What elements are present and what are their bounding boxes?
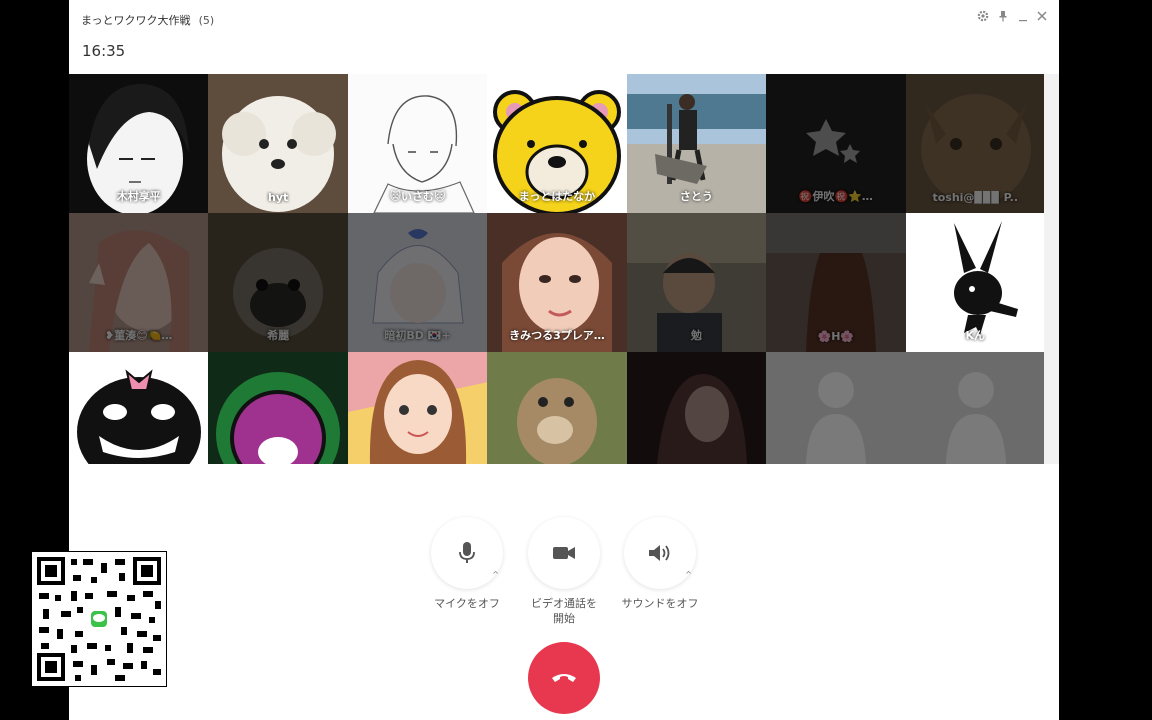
phone-hangup-icon	[552, 674, 576, 682]
default-avatar-icon	[766, 352, 1045, 464]
participant-tile[interactable]	[626, 352, 767, 464]
participant-tile[interactable]: ㊗️伊吹㊗️⭐…	[766, 74, 906, 213]
microphone-icon	[459, 542, 475, 563]
participant-name: ❥菫湊😊🍋…	[105, 329, 173, 342]
video-label: ビデオ通話を 開始	[509, 596, 619, 626]
participant-name: 希麗	[267, 329, 290, 342]
participant-name: hyt	[268, 191, 289, 204]
settings-button[interactable]	[975, 10, 991, 25]
group-name: まっとワクワク大作戦	[81, 14, 191, 27]
minimize-icon	[1019, 20, 1027, 22]
participant-name: toshi@▉▉▉ P..	[932, 191, 1019, 204]
participant-tile[interactable]: 勉	[626, 213, 767, 352]
participant-tile[interactable]: 木村享平	[69, 74, 209, 213]
participant-tile[interactable]	[347, 352, 488, 464]
qr-code	[30, 550, 168, 688]
participant-tile[interactable]: きみつる3プレア…	[487, 213, 627, 352]
participant-tile[interactable]: ❥菫湊😊🍋…	[69, 213, 209, 352]
avatar	[626, 352, 767, 464]
call-window: まっとワクワク大作戦 (5) 16:35 木村享平 hyt 😺いさむ😺 まっとは…	[69, 0, 1059, 720]
participant-name: 🌸H🌸	[817, 330, 855, 343]
participant-name: ㊗️伊吹㊗️⭐…	[798, 190, 873, 203]
gear-icon	[977, 10, 989, 22]
avatar	[69, 352, 209, 464]
chat-title: まっとワクワク大作戦 (5)	[81, 12, 214, 28]
participant-name: 😺いさむ😺	[389, 190, 446, 203]
participant-tile[interactable]	[208, 352, 348, 464]
sound-label: サウンドをオフ	[621, 597, 699, 610]
close-button[interactable]	[1034, 10, 1050, 25]
participant-tile[interactable]: toshi@▉▉▉ P..	[905, 74, 1045, 213]
participant-name: きみつる3プレア…	[509, 329, 605, 342]
hangup-button[interactable]	[528, 642, 600, 714]
participant-tile[interactable]: 😺いさむ😺	[347, 74, 488, 213]
mic-label: マイクをオフ	[434, 597, 500, 610]
grid-scrollbar[interactable]	[1044, 74, 1059, 464]
participant-tile[interactable]: さとう	[626, 74, 767, 213]
participant-tile[interactable]: 暗初BD 🇰🇷+	[347, 213, 488, 352]
call-controls: ^ ^ マイクをオフ ビデオ通話を 開始 サウンドをオフ	[69, 515, 1059, 635]
minimize-button[interactable]	[1015, 10, 1031, 25]
video-button[interactable]	[528, 517, 600, 589]
participant-name: 勉	[690, 329, 702, 342]
video-label-line1: ビデオ通話を	[531, 597, 597, 610]
speaker-icon	[649, 545, 670, 561]
qr-code-icon	[30, 550, 168, 688]
participant-name: さとう	[679, 190, 713, 203]
participant-tile[interactable]	[69, 352, 209, 464]
participant-tile[interactable]	[766, 352, 1045, 464]
participant-tile[interactable]	[487, 352, 627, 464]
participant-grid: 木村享平 hyt 😺いさむ😺 まっとはたなか さとう ㊗️伊吹㊗️⭐… tosh…	[69, 74, 1045, 464]
avatar	[208, 352, 348, 464]
video-label-line2: 開始	[553, 612, 575, 625]
participant-name: 木村享平	[116, 190, 161, 203]
participant-name: まっとはたなか	[518, 190, 596, 203]
call-time: 16:35	[82, 42, 126, 60]
close-icon	[1037, 11, 1047, 21]
participant-tile[interactable]: まっとはたなか	[487, 74, 627, 213]
chevron-up-icon[interactable]: ^	[685, 570, 692, 579]
participant-tile[interactable]: Kん	[905, 213, 1045, 352]
pin-icon	[999, 11, 1007, 22]
avatar	[487, 352, 627, 464]
video-camera-icon	[553, 547, 575, 559]
participant-tile[interactable]: hyt	[208, 74, 348, 213]
sound-button[interactable]: ^	[624, 517, 696, 589]
participant-name: Kん	[965, 329, 985, 342]
participant-tile[interactable]: 🌸H🌸	[766, 213, 906, 352]
participant-name: 暗初BD 🇰🇷+	[384, 329, 451, 342]
chevron-up-icon[interactable]: ^	[492, 570, 499, 579]
participant-tile[interactable]: 希麗	[208, 213, 348, 352]
pin-button[interactable]	[995, 10, 1011, 25]
avatar	[347, 352, 488, 464]
mic-button[interactable]: ^	[431, 517, 503, 589]
member-count: (5)	[198, 14, 215, 27]
